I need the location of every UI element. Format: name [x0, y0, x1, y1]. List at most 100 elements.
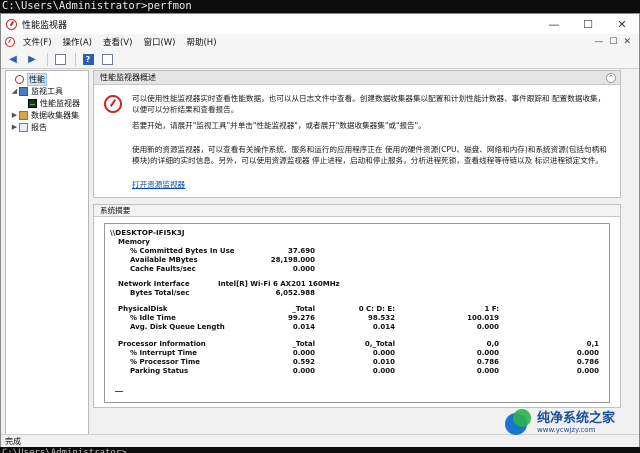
- chevron-down-icon[interactable]: ◢: [10, 87, 19, 95]
- proc-time-total: 0.592: [292, 358, 315, 366]
- main-content: 性能监视器概述 ⌃ 可以使用性能监视器实时查看性能数据，也可以从日志文件中查看。…: [93, 70, 621, 436]
- tree-label: 性能: [27, 72, 47, 86]
- overview-header: 性能监视器概述 ⌃: [94, 71, 620, 85]
- processor-label: Processor Information: [118, 340, 206, 348]
- open-resource-monitor-link[interactable]: 打开资源监视器: [132, 179, 185, 190]
- tree-item-performance[interactable]: 性能: [6, 72, 88, 86]
- perfmon-large-icon: [104, 95, 122, 113]
- summary-footer-dash: [115, 391, 123, 392]
- proc-col-0-1: 0,1: [586, 340, 599, 348]
- chevron-right-icon[interactable]: ▶: [10, 111, 19, 119]
- menu-window[interactable]: 窗口(W): [143, 36, 175, 48]
- overview-paragraph-3: 使用新的资源监视器，可以查看有关操作系统、服务和运行的应用程序正在 使用的硬件资…: [132, 145, 607, 165]
- cache-label: Cache Faults/sec: [130, 265, 196, 273]
- summary-row: % Interrupt Time 0.000 0.000 0.000 0.000: [105, 349, 609, 358]
- console-pane-icon[interactable]: [99, 52, 115, 67]
- menu-bar: 文件(F) 操作(A) 查看(V) 窗口(W) 帮助(H) — ☐ ✕: [1, 34, 639, 50]
- help-icon[interactable]: ?: [80, 52, 96, 67]
- report-icon: [19, 122, 28, 132]
- summary-row: % Committed Bytes In Use 37.690: [105, 247, 609, 256]
- idle-label: % Idle Time: [130, 314, 176, 322]
- interrupt-0-total: 0.000: [372, 349, 395, 357]
- network-label: Network Interface: [118, 280, 190, 288]
- tree-item-perf-monitor[interactable]: 性能监视器: [6, 97, 88, 109]
- watermark-text: 纯净系统之家 www.ycwjzy.com: [537, 411, 615, 435]
- summary-row: % Processor Time 0.592 0.010 0.786 0.786: [105, 358, 609, 367]
- tree-item-collector-sets[interactable]: ▶ 数据收集器集: [6, 109, 88, 121]
- window-title: 性能监视器: [22, 20, 68, 31]
- host-name: \\DESKTOP-IFI5K3J: [110, 228, 185, 237]
- tree-item-reports[interactable]: ▶ 报告: [6, 121, 88, 133]
- close-button[interactable]: ✕: [605, 14, 639, 34]
- disk-col-total: _Total: [292, 305, 315, 313]
- cache-value: 0.000: [292, 265, 315, 273]
- committed-label: % Committed Bytes In Use: [130, 247, 235, 255]
- console-tree-icon[interactable]: [52, 52, 68, 67]
- overview-paragraph-1: 可以使用性能监视器实时查看性能数据，也可以从日志文件中查看。创建数据收集器集以配…: [132, 94, 606, 114]
- interrupt-0-1: 0.000: [576, 349, 599, 357]
- title-bar: 性能监视器 — ☐ ✕: [1, 14, 639, 34]
- parking-0-total: 0.000: [372, 367, 395, 375]
- watermark: 纯净系统之家 www.ycwjzy.com: [505, 405, 637, 441]
- proc-time-0-total: 0.010: [372, 358, 395, 366]
- summary-row: Memory: [105, 238, 609, 247]
- forward-arrow-icon[interactable]: ▶: [24, 52, 40, 67]
- tree-item-monitor-tools[interactable]: ◢ 监视工具: [6, 85, 88, 97]
- summary-row: Available MBytes 28,198.000: [105, 256, 609, 265]
- summary-row: Bytes Total/sec 6,052.988: [105, 289, 609, 298]
- idle-total: 99.276: [287, 314, 315, 322]
- watermark-sub: www.ycwjzy.com: [537, 426, 596, 434]
- toolbar-separator: [75, 52, 76, 66]
- mdi-close-button[interactable]: ✕: [623, 37, 631, 47]
- idle-0: 98.532: [367, 314, 395, 322]
- network-adapter: Intel[R] Wi-Fi 6 AX201 160MHz: [218, 280, 340, 288]
- console-tree: 性能 ◢ 监视工具 性能监视器 ▶ 数据收集器集 ▶ 报告: [5, 70, 89, 436]
- interrupt-total: 0.000: [292, 349, 315, 357]
- perfmon-window: 性能监视器 — ☐ ✕ 文件(F) 操作(A) 查看(V) 窗口(W) 帮助(H…: [0, 13, 640, 447]
- disk-col-0: 0 C: D: E:: [358, 305, 395, 313]
- watermark-logo-icon: [505, 409, 533, 437]
- back-arrow-icon[interactable]: ◀: [5, 52, 21, 67]
- menu-view[interactable]: 查看(V): [103, 36, 132, 48]
- mdi-restore-button[interactable]: ☐: [609, 37, 617, 47]
- overview-title: 性能监视器概述: [100, 73, 156, 82]
- menu-app-icon[interactable]: [5, 37, 15, 47]
- collector-icon: [19, 110, 28, 120]
- summary-row: PhysicalDisk _Total 0 C: D: E: 1 F:: [105, 305, 609, 314]
- summary-row: Avg. Disk Queue Length 0.014 0.014 0.000: [105, 323, 609, 332]
- queue-0: 0.014: [372, 323, 395, 331]
- proc-time-0-1: 0.786: [576, 358, 599, 366]
- tree-label: 报告: [31, 122, 47, 132]
- system-summary-panel: 系统摘要 \\DESKTOP-IFI5K3J Memory % Committe…: [93, 204, 621, 408]
- summary-header: 系统摘要: [94, 205, 620, 217]
- menu-file[interactable]: 文件(F): [23, 36, 52, 48]
- maximize-button[interactable]: ☐: [571, 14, 605, 34]
- minimize-button[interactable]: —: [537, 14, 571, 34]
- monitor-icon: [28, 98, 37, 108]
- console-bottom-line: C:\Users\Administrator>: [0, 447, 640, 453]
- menu-action[interactable]: 操作(A): [63, 36, 92, 48]
- bytes-label: Bytes Total/sec: [130, 289, 190, 297]
- summary-row: Processor Information _Total 0,_Total 0,…: [105, 340, 609, 349]
- proc-col-0-0: 0,0: [486, 340, 499, 348]
- summary-box: \\DESKTOP-IFI5K3J Memory % Committed Byt…: [104, 223, 610, 403]
- summary-row: % Idle Time 99.276 98.532 100.019: [105, 314, 609, 323]
- chevron-right-icon[interactable]: ▶: [10, 123, 19, 131]
- queue-1: 0.000: [476, 323, 499, 331]
- folder-icon: [19, 86, 28, 96]
- queue-label: Avg. Disk Queue Length: [130, 323, 225, 331]
- summary-row: Parking Status 0.000 0.000 0.000 0.000: [105, 367, 609, 376]
- perfmon-icon: [15, 74, 24, 84]
- committed-value: 37.690: [287, 247, 315, 255]
- proc-time-0-0: 0.786: [476, 358, 499, 366]
- memory-label: Memory: [118, 238, 150, 246]
- toolbar-separator: [47, 52, 48, 66]
- menu-help[interactable]: 帮助(H): [186, 36, 216, 48]
- collapse-icon[interactable]: ⌃: [606, 73, 616, 83]
- available-value: 28,198.000: [270, 256, 315, 264]
- idle-1: 100.019: [467, 314, 499, 322]
- overview-paragraph-2: 若要开始，请展开"监视工具"并单击"性能监视器"，或者展开"数据收集器集"或"报…: [132, 121, 426, 130]
- processor-time-label: % Processor Time: [130, 358, 200, 366]
- mdi-minimize-button[interactable]: —: [594, 37, 603, 47]
- disk-col-1: 1 F:: [484, 305, 499, 313]
